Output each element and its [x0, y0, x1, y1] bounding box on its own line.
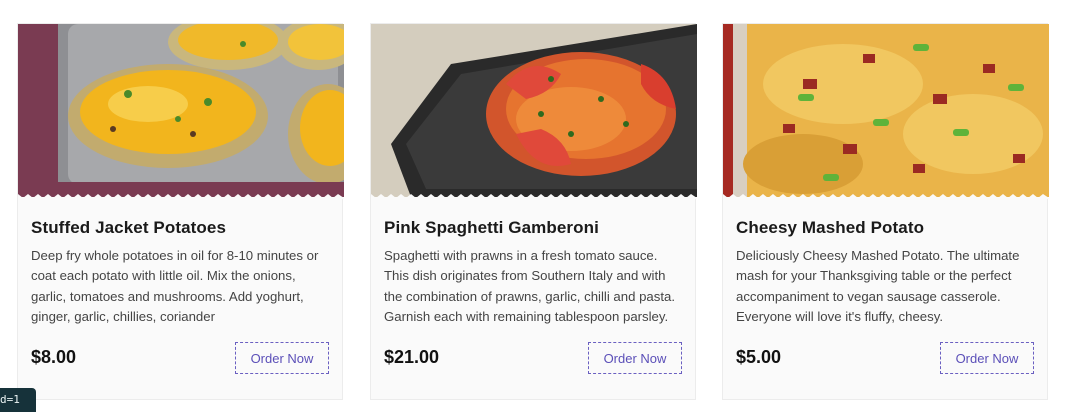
- stuffed-jacket-potatoes-image: [18, 24, 344, 197]
- product-card: Stuffed Jacket Potatoes Deep fry whole p…: [17, 23, 344, 400]
- debug-badge: d=1: [0, 388, 36, 412]
- product-price: $21.00: [384, 347, 440, 367]
- product-card: Cheesy Mashed Potato Deliciously Cheesy …: [722, 23, 1049, 400]
- product-price: $5.00: [736, 347, 782, 367]
- product-card-grid: Stuffed Jacket Potatoes Deep fry whole p…: [0, 0, 1075, 408]
- pink-spaghetti-gamberoni-image: [371, 24, 697, 197]
- zigzag-edge: [371, 194, 697, 199]
- cheesy-mashed-potato-image: [723, 24, 1049, 197]
- zigzag-edge: [723, 194, 1049, 199]
- product-title: Cheesy Mashed Potato: [736, 218, 925, 237]
- product-price: $8.00: [31, 347, 77, 367]
- order-now-button[interactable]: Order Now: [235, 342, 329, 374]
- product-description: Deliciously Cheesy Mashed Potato. The ul…: [736, 248, 1020, 325]
- zigzag-edge: [18, 194, 344, 199]
- order-now-button[interactable]: Order Now: [588, 342, 682, 374]
- product-title: Pink Spaghetti Gamberoni: [384, 218, 599, 237]
- order-now-button[interactable]: Order Now: [940, 342, 1034, 374]
- product-title: Stuffed Jacket Potatoes: [31, 218, 227, 237]
- product-description: Deep fry whole potatoes in oil for 8-10 …: [31, 248, 319, 325]
- product-card: Pink Spaghetti Gamberoni Spaghetti with …: [370, 23, 697, 400]
- product-description: Spaghetti with prawns in a fresh tomato …: [384, 248, 676, 325]
